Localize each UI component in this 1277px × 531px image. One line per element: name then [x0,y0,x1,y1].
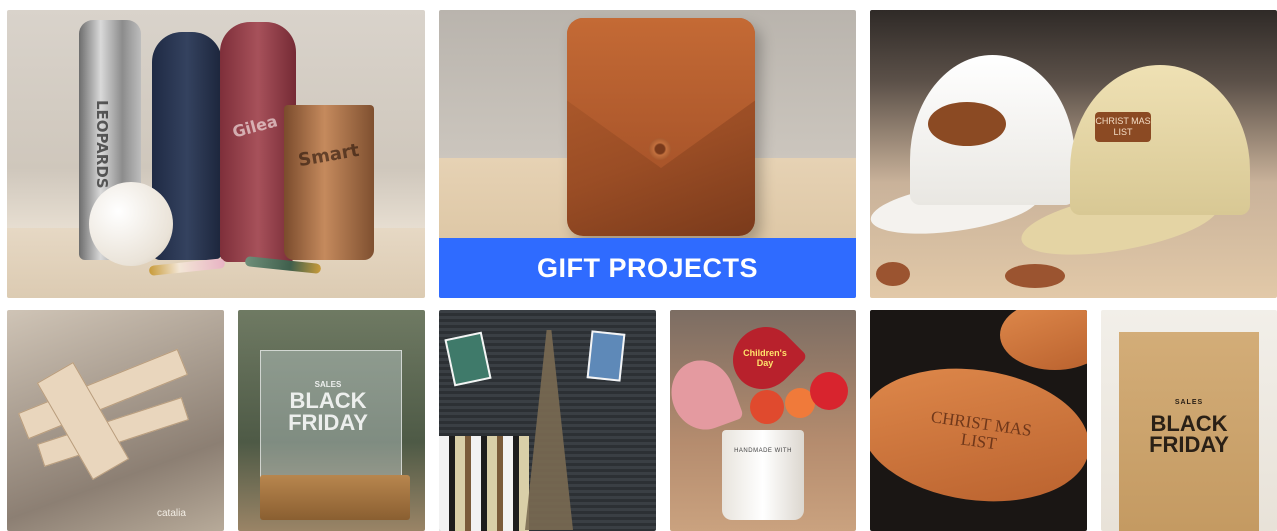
banner-label: GIFT PROJECTS [536,252,759,283]
leather-chip [1005,264,1065,288]
kraft-bag-print: SALES BLACK FRIDAY [1149,399,1229,457]
flower [750,390,784,424]
copper-cup: Smart [284,105,374,260]
gallery-tile-eiffel-tower[interactable] [439,310,656,531]
flower-pot: HANDMADE WITH [722,430,804,520]
cap-patch-oval [928,102,1006,146]
snap-button [649,138,671,160]
category-banner[interactable]: GIFT PROJECTS [439,238,856,298]
cup-engraving: Smart [296,139,361,172]
bottle-engraving: Gilea [230,111,280,142]
background-caption: catalia [157,508,186,519]
gallery-tile-acrylic-sign[interactable]: SALES BLACK FRIDAY [238,310,425,531]
book-stack [439,436,529,531]
gallery-tile-gift-projects[interactable]: GIFT PROJECTS [439,10,856,298]
flower [810,372,848,410]
heart-card-text: Children's Day [743,348,787,368]
postcard [444,331,492,387]
kraft-bag: SALES BLACK FRIDAY [1119,332,1259,531]
gallery-tile-wooden-plane[interactable]: catalia [7,310,224,531]
leather-piece [1000,310,1087,370]
cap-patch-rect: CHRIST MAS LIST [1095,112,1151,142]
wooden-base [260,475,410,520]
engraved-baseball [89,182,173,266]
gallery-tile-flower-pot[interactable]: Children's Day HANDMADE WITH [670,310,856,531]
gallery-tile-drinkware[interactable]: LEOPARDS Gilea Smart [7,10,425,298]
tumbler-engraving: LEOPARDS [93,100,111,189]
gallery-tile-leather-coaster[interactable]: CHRIST MAS LIST [870,310,1087,531]
postcard [586,330,626,382]
leather-chip [876,262,910,286]
pot-label: HANDMADE WITH [734,448,792,454]
gallery-tile-kraft-bag[interactable]: SALES BLACK FRIDAY [1101,310,1277,531]
gallery-tile-caps[interactable]: CHRIST MAS LIST [870,10,1277,298]
leather-bag [567,18,755,236]
acrylic-engraving: SALES BLACK FRIDAY [288,380,368,435]
tower-model [525,330,573,530]
